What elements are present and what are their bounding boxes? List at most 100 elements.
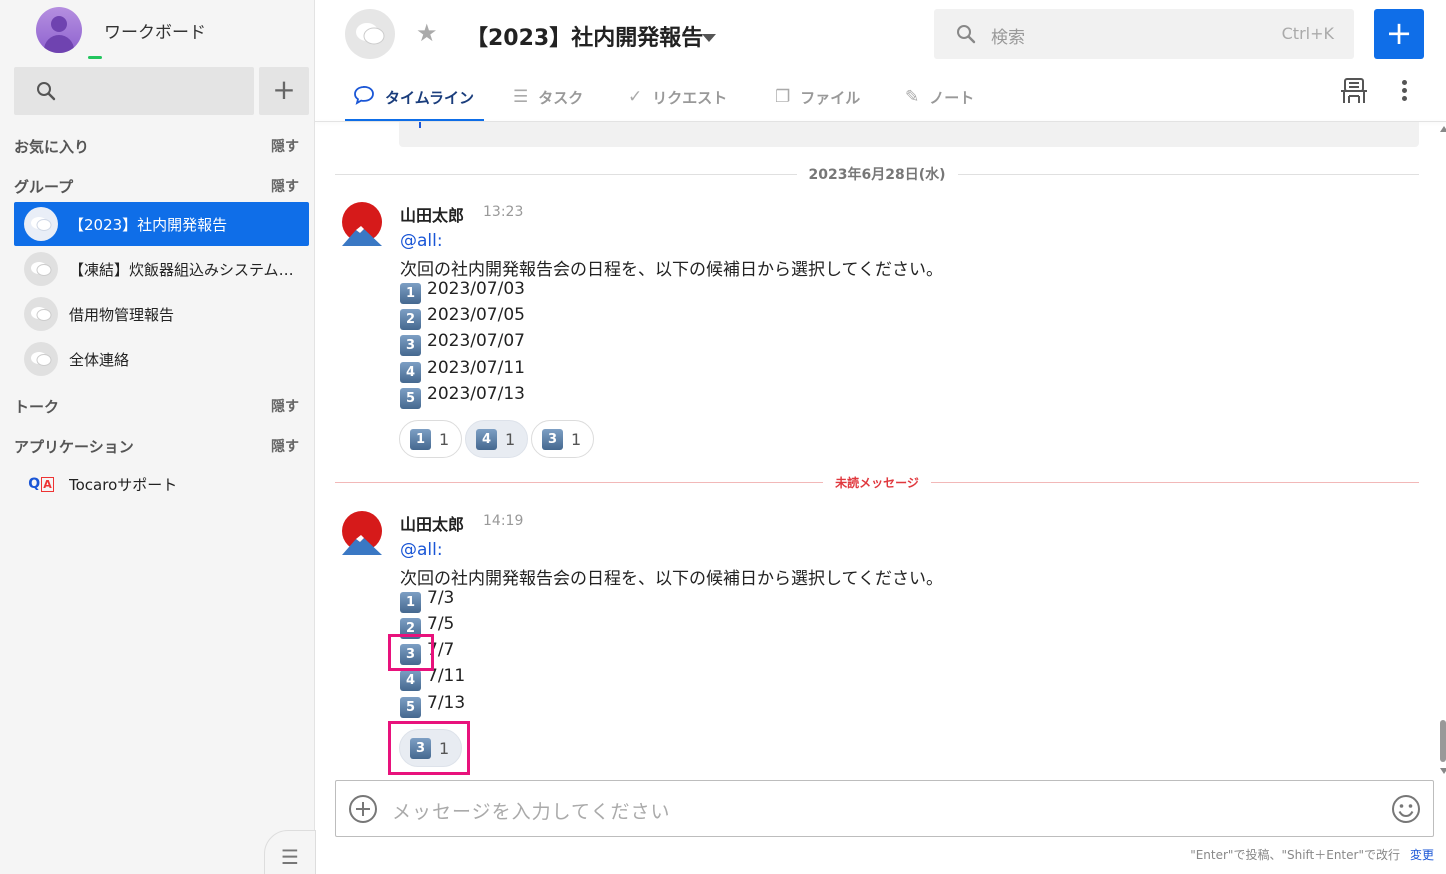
keycap-number-icon: 1 <box>400 592 421 613</box>
workspace-name: ワークボード <box>104 22 206 43</box>
section-apps-label: アプリケーション <box>14 438 134 456</box>
sender-name[interactable]: 山田太郎 <box>400 511 464 535</box>
sidebar-item-label: 借用物管理報告 <box>69 305 175 324</box>
check-icon: ✓ <box>628 87 643 107</box>
sidebar-item-label: 【凍結】炊飯器組込みシステム開発 <box>69 260 299 279</box>
reaction-count: 1 <box>439 429 450 449</box>
global-search-input[interactable]: 検索 Ctrl+K <box>934 9 1354 59</box>
previous-message-tail <box>399 122 1419 147</box>
sidebar-item-group[interactable]: 借用物管理報告 <box>14 292 309 336</box>
sidebar-item-group[interactable]: 全体連絡 <box>14 337 309 381</box>
emoji-icon[interactable] <box>1391 794 1421 824</box>
edit-icon: ✎ <box>905 87 920 107</box>
keycap-number-icon: 1 <box>410 428 431 450</box>
reaction-chip[interactable]: 41 <box>465 420 529 458</box>
mention[interactable]: @all: <box>400 540 443 560</box>
apps-hide-toggle[interactable]: 隠す <box>271 436 299 457</box>
mention[interactable]: @all: <box>400 231 443 251</box>
tab-label: タスク <box>538 88 584 107</box>
sidebar-search-button[interactable] <box>14 67 254 115</box>
message-body: 次回の社内開発報告会の日程を、以下の候補日から選択してください。 <box>400 260 943 280</box>
favorite-star-icon[interactable]: ★ <box>416 19 438 47</box>
keycap-number-icon: 3 <box>542 428 563 450</box>
message-composer[interactable]: メッセージを入力してください <box>335 780 1434 837</box>
section-groups: グループ 隠す <box>14 176 299 197</box>
change-link[interactable]: 変更 <box>1410 848 1434 862</box>
unread-label: 未読メッセージ <box>835 476 919 490</box>
tab-tasks[interactable]: ☰ タスク <box>513 72 583 122</box>
chat-bubble-icon <box>353 85 375 110</box>
date-divider: 2023年6月28日(水) <box>335 164 1419 184</box>
tab-requests[interactable]: ✓ リクエスト <box>628 72 727 122</box>
search-icon <box>37 82 56 101</box>
more-options-icon[interactable] <box>1398 80 1410 104</box>
sender-name[interactable]: 山田太郎 <box>400 202 464 226</box>
sidebar-item-label: 【2023】社内開発報告 <box>69 215 228 234</box>
highlight-box <box>388 721 470 775</box>
option-item: 1 7/3 <box>400 588 454 613</box>
chat-room-icon <box>24 252 58 286</box>
chat-room-icon <box>24 207 58 241</box>
section-apps: アプリケーション 隠す <box>14 436 299 457</box>
option-text: 7/5 <box>427 614 455 634</box>
tab-notes[interactable]: ✎ ノート <box>905 72 974 122</box>
chat-room-icon <box>356 23 385 45</box>
room-title[interactable]: 【2023】社内開発報告 <box>466 20 703 52</box>
sender-avatar[interactable] <box>342 202 382 248</box>
tab-files[interactable]: ❐ ファイル <box>775 72 860 122</box>
message-body: 次回の社内開発報告会の日程を、以下の候補日から選択してください。 <box>400 569 943 589</box>
keycap-number-icon: 4 <box>476 428 497 450</box>
groups-hide-toggle[interactable]: 隠す <box>271 176 299 197</box>
sidebar-menu-button[interactable]: ☰ <box>264 830 316 874</box>
sidebar-item-app[interactable]: QA Tocaroサポート <box>14 462 309 506</box>
message-time: 13:23 <box>483 204 524 220</box>
reaction-chip[interactable]: 11 <box>399 420 463 458</box>
keycap-number-icon: 4 <box>400 670 421 691</box>
new-post-button[interactable]: + <box>1374 9 1424 59</box>
tab-label: ファイル <box>800 88 861 107</box>
sidebar-item-group[interactable]: 【凍結】炊飯器組込みシステム開発 <box>14 247 309 291</box>
option-text: 2023/07/13 <box>427 384 525 404</box>
section-favorites-label: お気に入り <box>14 138 90 156</box>
chat-room-icon <box>24 297 58 331</box>
reaction-count: 1 <box>505 429 516 449</box>
sidebar-item-label: Tocaroサポート <box>69 475 178 494</box>
file-icon: ❐ <box>775 87 791 107</box>
sidebar-item-group[interactable]: 【2023】社内開発報告 <box>14 202 309 246</box>
keycap-number-icon: 2 <box>400 309 421 330</box>
chevron-down-icon[interactable] <box>702 34 716 42</box>
add-room-button[interactable]: + <box>259 67 309 115</box>
option-item: 1 2023/07/03 <box>400 279 525 304</box>
tab-timeline[interactable]: タイムライン <box>353 72 474 122</box>
room-avatar[interactable] <box>345 9 395 59</box>
keycap-number-icon: 1 <box>400 283 421 304</box>
search-shortcut: Ctrl+K <box>1281 24 1334 43</box>
attach-plus-icon[interactable] <box>348 794 378 824</box>
message-time: 14:19 <box>483 513 524 529</box>
user-avatar[interactable] <box>36 7 82 53</box>
tab-label: リクエスト <box>652 88 728 107</box>
talk-hide-toggle[interactable]: 隠す <box>271 396 299 417</box>
sender-avatar[interactable] <box>342 511 382 557</box>
keycap-number-icon: 5 <box>400 388 421 409</box>
chat-room-icon <box>24 342 58 376</box>
sidebar-item-label: 全体連絡 <box>69 350 130 369</box>
option-item: 2 2023/07/05 <box>400 305 525 330</box>
favorites-hide-toggle[interactable]: 隠す <box>271 136 299 157</box>
message-input[interactable]: メッセージを入力してください <box>392 797 670 824</box>
section-groups-label: グループ <box>14 178 74 196</box>
scroll-down-arrow[interactable] <box>1440 768 1446 774</box>
scrollbar-thumb[interactable] <box>1440 720 1446 762</box>
meeting-room-icon[interactable] <box>1338 76 1370 106</box>
option-text: 2023/07/05 <box>427 305 525 325</box>
tab-label: タイムライン <box>385 88 474 107</box>
scroll-up-arrow[interactable] <box>1440 126 1446 132</box>
search-icon <box>957 25 976 44</box>
option-item: 4 2023/07/11 <box>400 358 525 383</box>
keycap-number-icon: 5 <box>400 697 421 718</box>
composer-hint: "Enter"で投稿、"Shift＋Enter"で改行 変更 <box>1190 846 1434 863</box>
reaction-chip[interactable]: 31 <box>531 420 595 458</box>
option-text: 2023/07/07 <box>427 331 525 351</box>
online-status-indicator <box>86 54 104 61</box>
workspace-switcher[interactable]: ワークボード <box>36 7 206 61</box>
